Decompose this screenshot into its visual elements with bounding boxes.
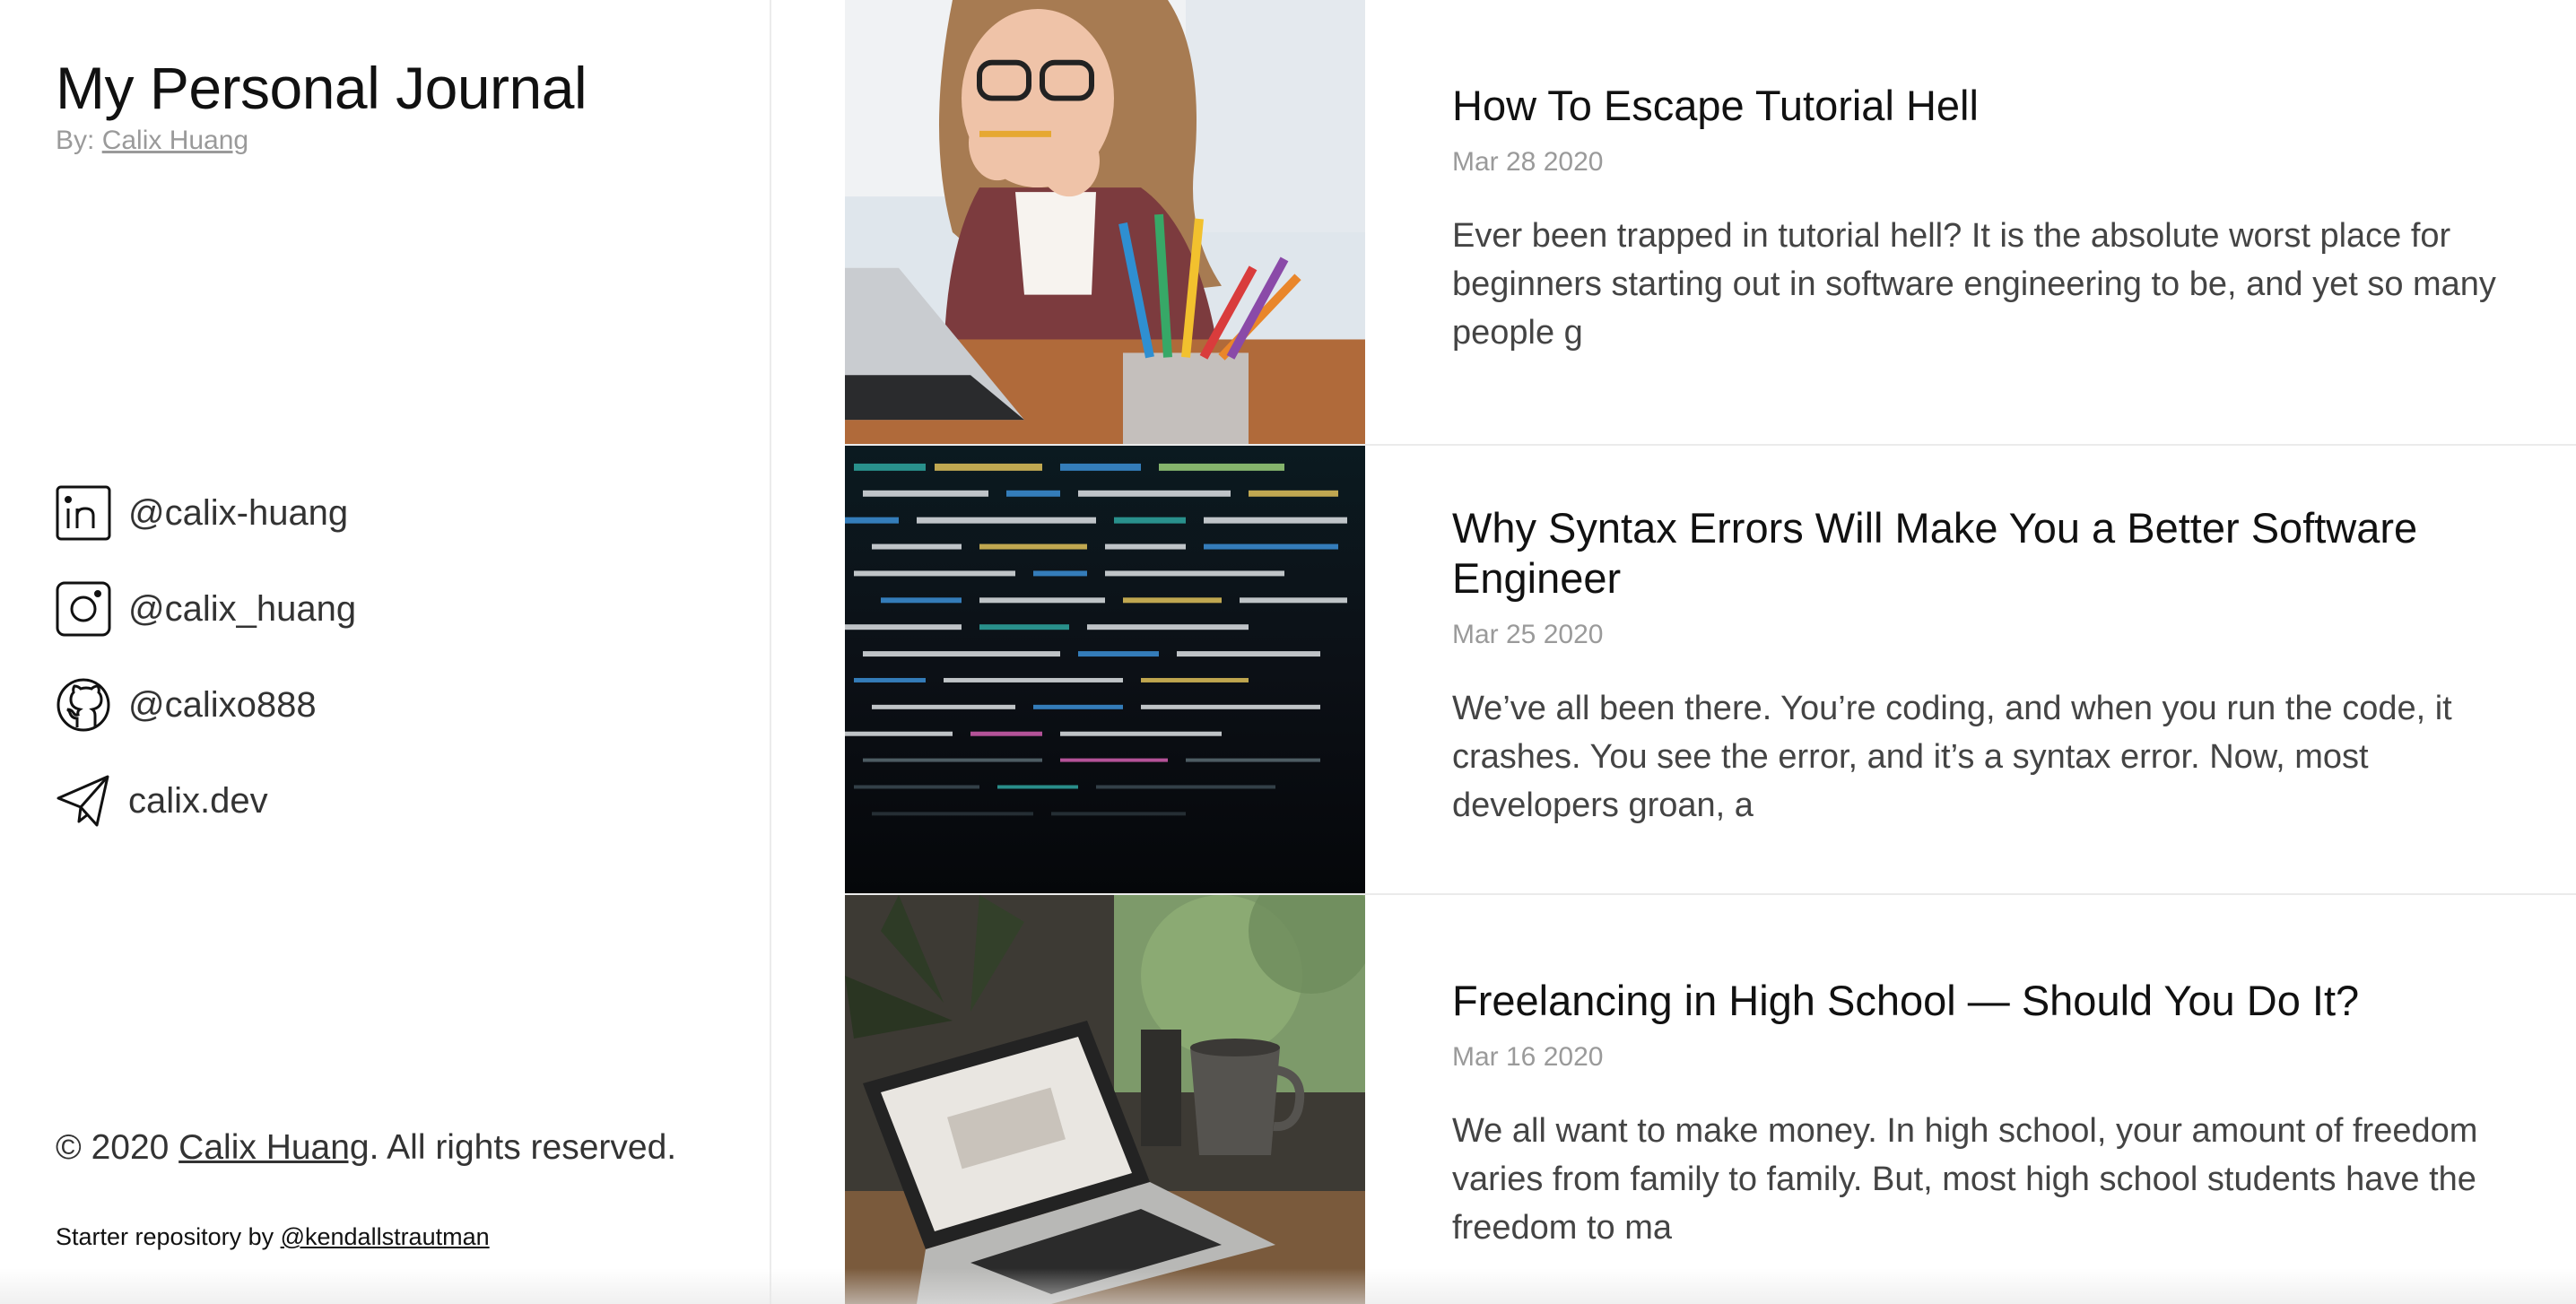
- instagram-icon: [56, 581, 111, 637]
- post-excerpt: We all want to make money. In high schoo…: [1452, 1112, 2478, 1247]
- github-icon: [56, 677, 111, 733]
- starter-prefix: Starter repository by: [56, 1223, 281, 1250]
- social-link-website[interactable]: calix.dev: [56, 772, 356, 830]
- social-handle-instagram: @calix_huang: [128, 588, 357, 629]
- post-card[interactable]: How To Escape Tutorial Hell Mar 28 2020 …: [845, 0, 2576, 446]
- linkedin-icon: [56, 485, 111, 541]
- starter-repo-link[interactable]: @kendallstrautman: [281, 1223, 490, 1250]
- social-link-instagram[interactable]: @calix_huang: [56, 580, 356, 638]
- paper-plane-icon: [56, 773, 111, 829]
- copyright-prefix: © 2020: [56, 1128, 179, 1167]
- post-body: Freelancing in High School — Should You …: [1452, 976, 2511, 1252]
- post-date: Mar 28 2020: [1452, 147, 1604, 177]
- social-links: @calix-huang @calix_huang @calixo888 cal…: [56, 484, 356, 868]
- post-date: Mar 25 2020: [1452, 620, 1604, 649]
- post-thumbnail[interactable]: [845, 446, 1365, 893]
- copyright-suffix: . All rights reserved.: [369, 1128, 677, 1167]
- byline: By: Calix Huang: [56, 126, 248, 156]
- social-handle-website: calix.dev: [128, 780, 268, 821]
- post-thumbnail[interactable]: [845, 895, 1365, 1304]
- post-title[interactable]: Why Syntax Errors Will Make You a Better…: [1452, 503, 2511, 604]
- post-excerpt: We’ve all been there. You’re coding, and…: [1452, 690, 2452, 824]
- post-excerpt: Ever been trapped in tutorial hell? It i…: [1452, 217, 2496, 352]
- copyright: © 2020 Calix Huang. All rights reserved.: [56, 1128, 676, 1168]
- author-link[interactable]: Calix Huang: [102, 126, 248, 155]
- post-title[interactable]: Freelancing in High School — Should You …: [1452, 976, 2511, 1026]
- post-title[interactable]: How To Escape Tutorial Hell: [1452, 81, 2511, 131]
- copyright-author-link[interactable]: Calix Huang: [178, 1128, 369, 1167]
- post-thumbnail[interactable]: [845, 0, 1365, 444]
- sidebar: My Personal Journal By: Calix Huang @cal…: [0, 0, 771, 1304]
- byline-prefix: By:: [56, 126, 102, 155]
- post-body: Why Syntax Errors Will Make You a Better…: [1452, 503, 2511, 830]
- post-card[interactable]: Why Syntax Errors Will Make You a Better…: [845, 446, 2576, 895]
- post-list: How To Escape Tutorial Hell Mar 28 2020 …: [845, 0, 2576, 1304]
- post-card[interactable]: Freelancing in High School — Should You …: [845, 895, 2576, 1304]
- post-date: Mar 16 2020: [1452, 1042, 1604, 1072]
- social-link-github[interactable]: @calixo888: [56, 676, 356, 734]
- social-handle-github: @calixo888: [128, 684, 317, 725]
- social-handle-linkedin: @calix-huang: [128, 492, 349, 533]
- site-title: My Personal Journal: [56, 55, 587, 121]
- post-body: How To Escape Tutorial Hell Mar 28 2020 …: [1452, 81, 2511, 357]
- social-link-linkedin[interactable]: @calix-huang: [56, 484, 356, 542]
- starter-credit: Starter repository by @kendallstrautman: [56, 1223, 490, 1251]
